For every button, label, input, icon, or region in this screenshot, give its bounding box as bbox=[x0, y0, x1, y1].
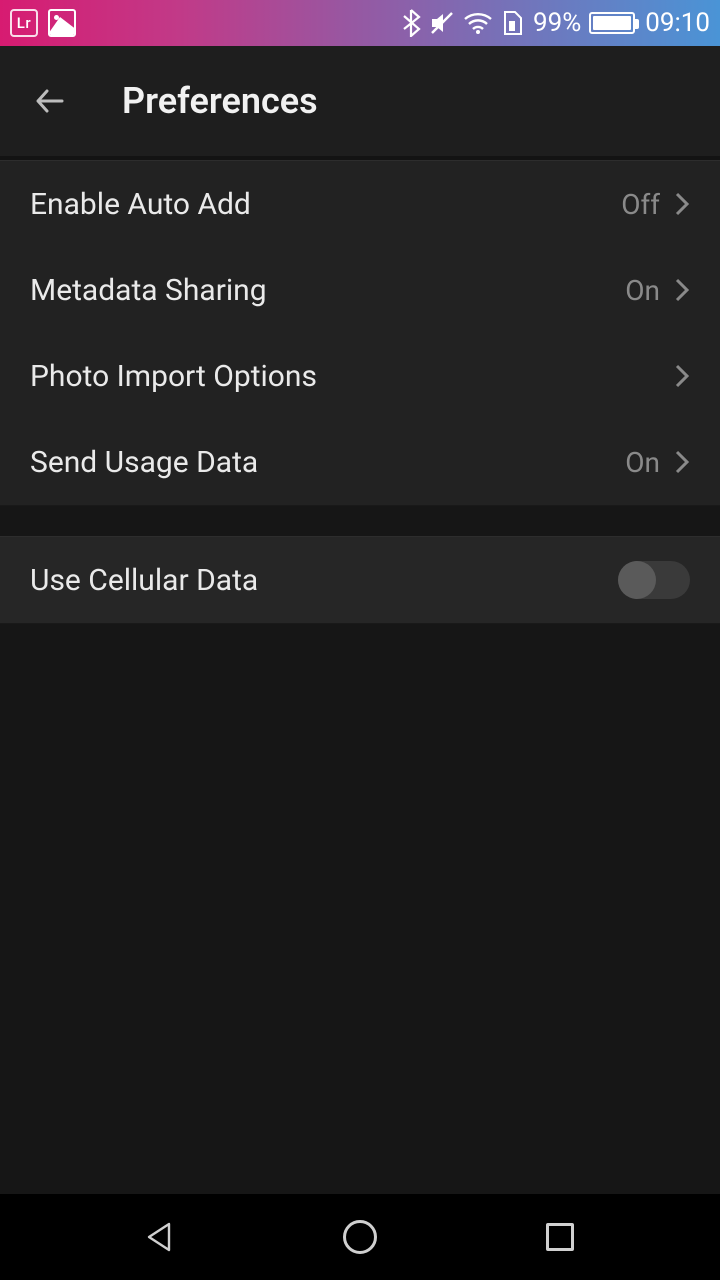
empty-area bbox=[0, 624, 720, 1194]
pref-value: On bbox=[625, 274, 660, 307]
pref-label: Use Cellular Data bbox=[30, 563, 258, 598]
sim-icon bbox=[501, 10, 523, 36]
chevron-right-icon bbox=[674, 191, 690, 217]
pref-row-photo-import[interactable]: Photo Import Options bbox=[0, 333, 720, 419]
triangle-back-icon bbox=[143, 1220, 177, 1254]
pref-row-send-usage[interactable]: Send Usage Data On bbox=[0, 419, 720, 505]
chevron-right-icon bbox=[674, 277, 690, 303]
pref-row-metadata-sharing[interactable]: Metadata Sharing On bbox=[0, 247, 720, 333]
toggle-knob bbox=[618, 561, 656, 599]
battery-percent: 99% bbox=[533, 8, 581, 38]
pref-label: Metadata Sharing bbox=[30, 273, 267, 308]
photo-app-icon bbox=[48, 9, 76, 37]
status-time: 09:10 bbox=[645, 8, 710, 38]
chevron-right-icon bbox=[674, 363, 690, 389]
nav-back-button[interactable] bbox=[136, 1213, 184, 1261]
nav-home-button[interactable] bbox=[336, 1213, 384, 1261]
mute-icon bbox=[429, 10, 455, 36]
cellular-toggle[interactable] bbox=[618, 561, 690, 599]
pref-row-auto-add[interactable]: Enable Auto Add Off bbox=[0, 161, 720, 247]
back-button[interactable] bbox=[30, 81, 70, 121]
pref-row-cellular-data[interactable]: Use Cellular Data bbox=[0, 537, 720, 623]
page-title: Preferences bbox=[122, 80, 318, 122]
app-header: Preferences bbox=[0, 46, 720, 160]
nav-recent-button[interactable] bbox=[536, 1213, 584, 1261]
bluetooth-icon bbox=[401, 9, 421, 37]
pref-label: Enable Auto Add bbox=[30, 187, 251, 222]
circle-home-icon bbox=[343, 1220, 377, 1254]
square-recent-icon bbox=[546, 1223, 574, 1251]
pref-label: Photo Import Options bbox=[30, 359, 317, 394]
system-nav-bar bbox=[0, 1194, 720, 1280]
chevron-right-icon bbox=[674, 449, 690, 475]
status-bar: Lr bbox=[0, 0, 720, 46]
wifi-icon bbox=[463, 11, 493, 35]
lightroom-app-icon: Lr bbox=[10, 9, 38, 37]
arrow-left-icon bbox=[32, 83, 68, 119]
pref-label: Send Usage Data bbox=[30, 445, 258, 480]
pref-value: Off bbox=[621, 188, 660, 221]
pref-value: On bbox=[625, 446, 660, 479]
battery-icon bbox=[589, 12, 635, 34]
